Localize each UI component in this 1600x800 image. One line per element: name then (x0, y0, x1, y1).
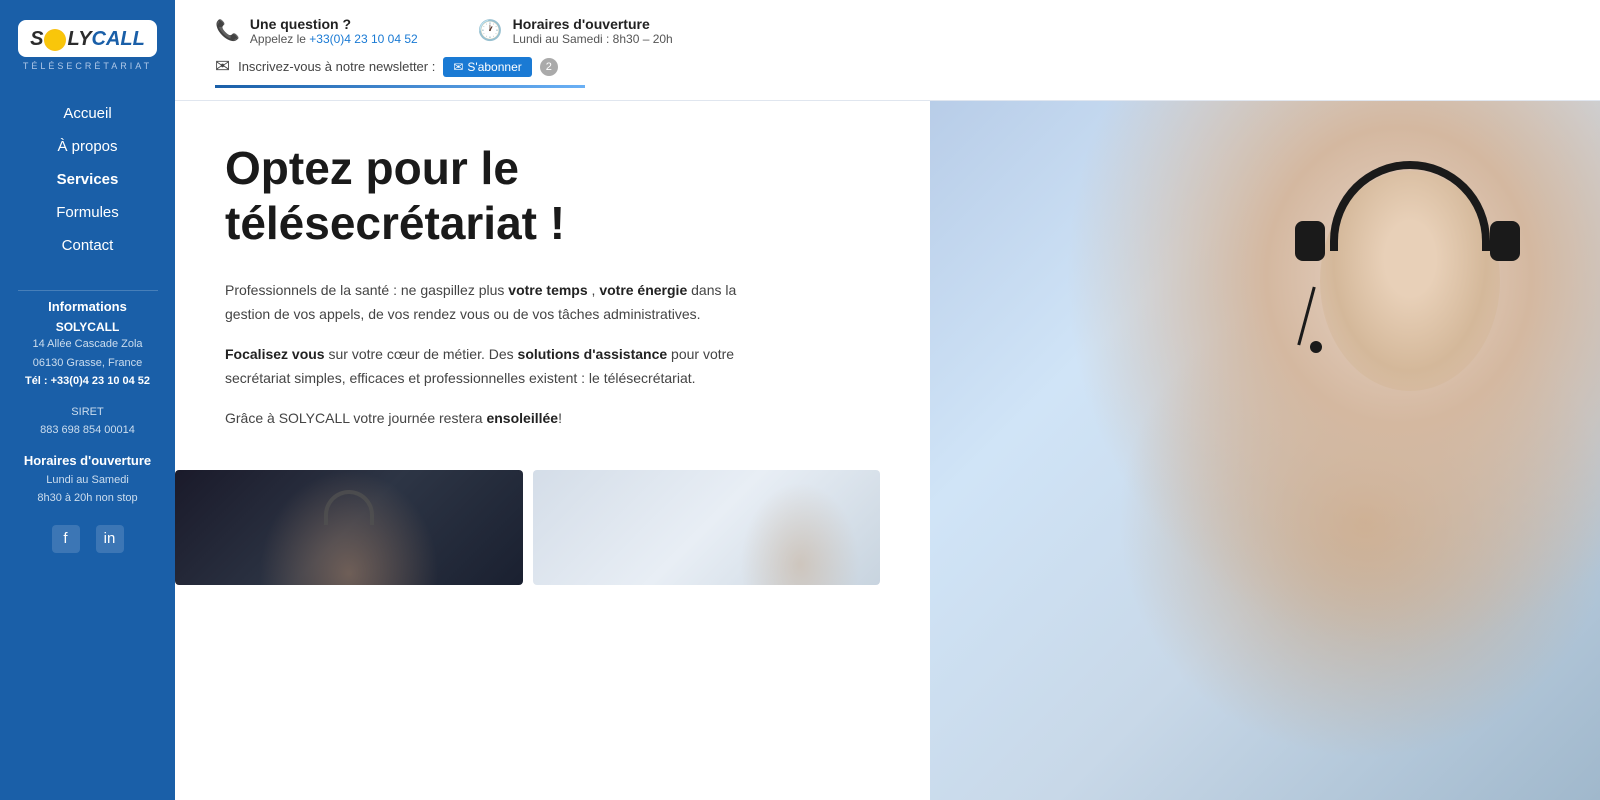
linkedin-icon[interactable]: in (96, 525, 124, 553)
thumbnail-1 (175, 470, 523, 585)
hours-sub: Lundi au Samedi : 8h30 – 20h (513, 32, 673, 46)
hours-line2: 8h30 à 20h non stop (12, 490, 163, 507)
logo-area: S LY CALL TÉLÉSECRÉTARIAT (8, 20, 167, 71)
person-figure (1280, 131, 1540, 481)
nav-formules[interactable]: Formules (0, 200, 175, 225)
info-title: Informations (12, 299, 163, 314)
para1-pre: Professionnels de la santé : ne gaspille… (225, 282, 508, 298)
hero-paragraph2: Focalisez vous sur votre cœur de métier.… (225, 343, 745, 391)
tel-number: Tél : +33(0)4 23 10 04 52 (12, 373, 163, 390)
hours-title: Horaires d'ouverture (24, 453, 151, 468)
nav-services[interactable]: Services (0, 167, 175, 192)
logo-sun-icon (44, 29, 66, 51)
mic-arm (1297, 287, 1315, 346)
subscribe-button[interactable]: ✉ S'abonner (443, 57, 531, 77)
thumbnail-2 (533, 470, 881, 585)
para2-post: sur votre cœur de métier. Des (325, 346, 518, 362)
topbar-hours-item: 🕐 Horaires d'ouverture Lundi au Samedi :… (478, 16, 673, 46)
company-name: SOLYCALL (12, 320, 163, 334)
newsletter-label: Inscrivez-vous à notre newsletter : (238, 59, 435, 74)
subscribe-label: S'abonner (467, 60, 521, 74)
facebook-icon[interactable]: f (52, 525, 80, 553)
hero-paragraph1: Professionnels de la santé : ne gaspille… (225, 279, 745, 327)
nav-contact[interactable]: Contact (0, 233, 175, 258)
para2-bold2: solutions d'assistance (518, 346, 668, 362)
envelope-small-icon: ✉ (453, 60, 463, 74)
hero-image-panel (930, 101, 1600, 800)
topbar-row1: 📞 Une question ? Appelez le +33(0)4 23 1… (215, 16, 1560, 46)
main-nav: Accueil À propos Services Formules Conta… (0, 101, 175, 258)
headset-left-cup (1295, 221, 1325, 261)
blue-divider (215, 85, 585, 88)
topbar-phone-item: 📞 Une question ? Appelez le +33(0)4 23 1… (215, 16, 418, 46)
para1-bold2: votre énergie (599, 282, 687, 298)
phone-link[interactable]: +33(0)4 23 10 04 52 (309, 32, 417, 46)
social-links: f in (52, 525, 124, 553)
logo-ly-text: LY (67, 28, 91, 51)
para3-pre: Grâce à SOLYCALL votre journée restera (225, 410, 486, 426)
hours-label: Horaires d'ouverture (513, 16, 673, 32)
hours-line1: Lundi au Samedi (12, 472, 163, 489)
para3-end: ! (558, 410, 562, 426)
siret-label: SIRET (12, 404, 163, 421)
mic-head (1310, 341, 1322, 353)
para1-bold1: votre temps (508, 282, 587, 298)
hero-paragraph3: Grâce à SOLYCALL votre journée restera e… (225, 407, 745, 431)
nav-apropos[interactable]: À propos (0, 134, 175, 159)
hero-title-line1: Optez pour le (225, 142, 519, 194)
logo-call-text: CALL (92, 28, 145, 51)
siret-number: 883 698 854 00014 (12, 422, 163, 439)
logo-subtitle: TÉLÉSECRÉTARIAT (23, 61, 152, 71)
appelez-text: Appelez le (250, 32, 309, 46)
para3-bold: ensoleillée (486, 410, 558, 426)
thumb2-person (740, 482, 860, 586)
phone-sub: Appelez le +33(0)4 23 10 04 52 (250, 32, 418, 46)
nav-accueil[interactable]: Accueil (0, 101, 175, 126)
thumb1-person (259, 470, 439, 585)
headset-right-cup (1490, 221, 1520, 261)
hero-title-line2: télésecrétariat ! (225, 197, 565, 249)
para2-bold1: Focalisez vous (225, 346, 325, 362)
subscribe-badge: 2 (540, 58, 558, 76)
main-content: 📞 Une question ? Appelez le +33(0)4 23 1… (175, 0, 1600, 800)
question-label: Une question ? (250, 16, 418, 32)
hero-title: Optez pour le télésecrétariat ! (225, 141, 745, 251)
logo: S LY CALL (18, 20, 157, 57)
para1-mid: , (588, 282, 600, 298)
sidebar-info: Informations SOLYCALL 14 Allée Cascade Z… (0, 299, 175, 441)
hours-info: Lundi au Samedi 8h30 à 20h non stop (0, 472, 175, 509)
logo-sol-text: S (30, 28, 43, 51)
hero-content: Optez pour le télésecrétariat ! Professi… (175, 101, 930, 800)
headset-band (1330, 161, 1490, 251)
phone-icon: 📞 (215, 18, 240, 43)
address-line2: 06130 Grasse, France (12, 355, 163, 372)
envelope-icon: ✉ (215, 56, 230, 77)
sidebar-divider (18, 290, 158, 291)
thumb-row (175, 470, 880, 585)
topbar-newsletter-row: ✉ Inscrivez-vous à notre newsletter : ✉ … (215, 56, 1560, 77)
content-area: Optez pour le télésecrétariat ! Professi… (175, 101, 1600, 800)
clock-icon: 🕐 (478, 18, 503, 43)
sidebar: S LY CALL TÉLÉSECRÉTARIAT Accueil À prop… (0, 0, 175, 800)
topbar: 📞 Une question ? Appelez le +33(0)4 23 1… (175, 0, 1600, 101)
address-line1: 14 Allée Cascade Zola (12, 336, 163, 353)
